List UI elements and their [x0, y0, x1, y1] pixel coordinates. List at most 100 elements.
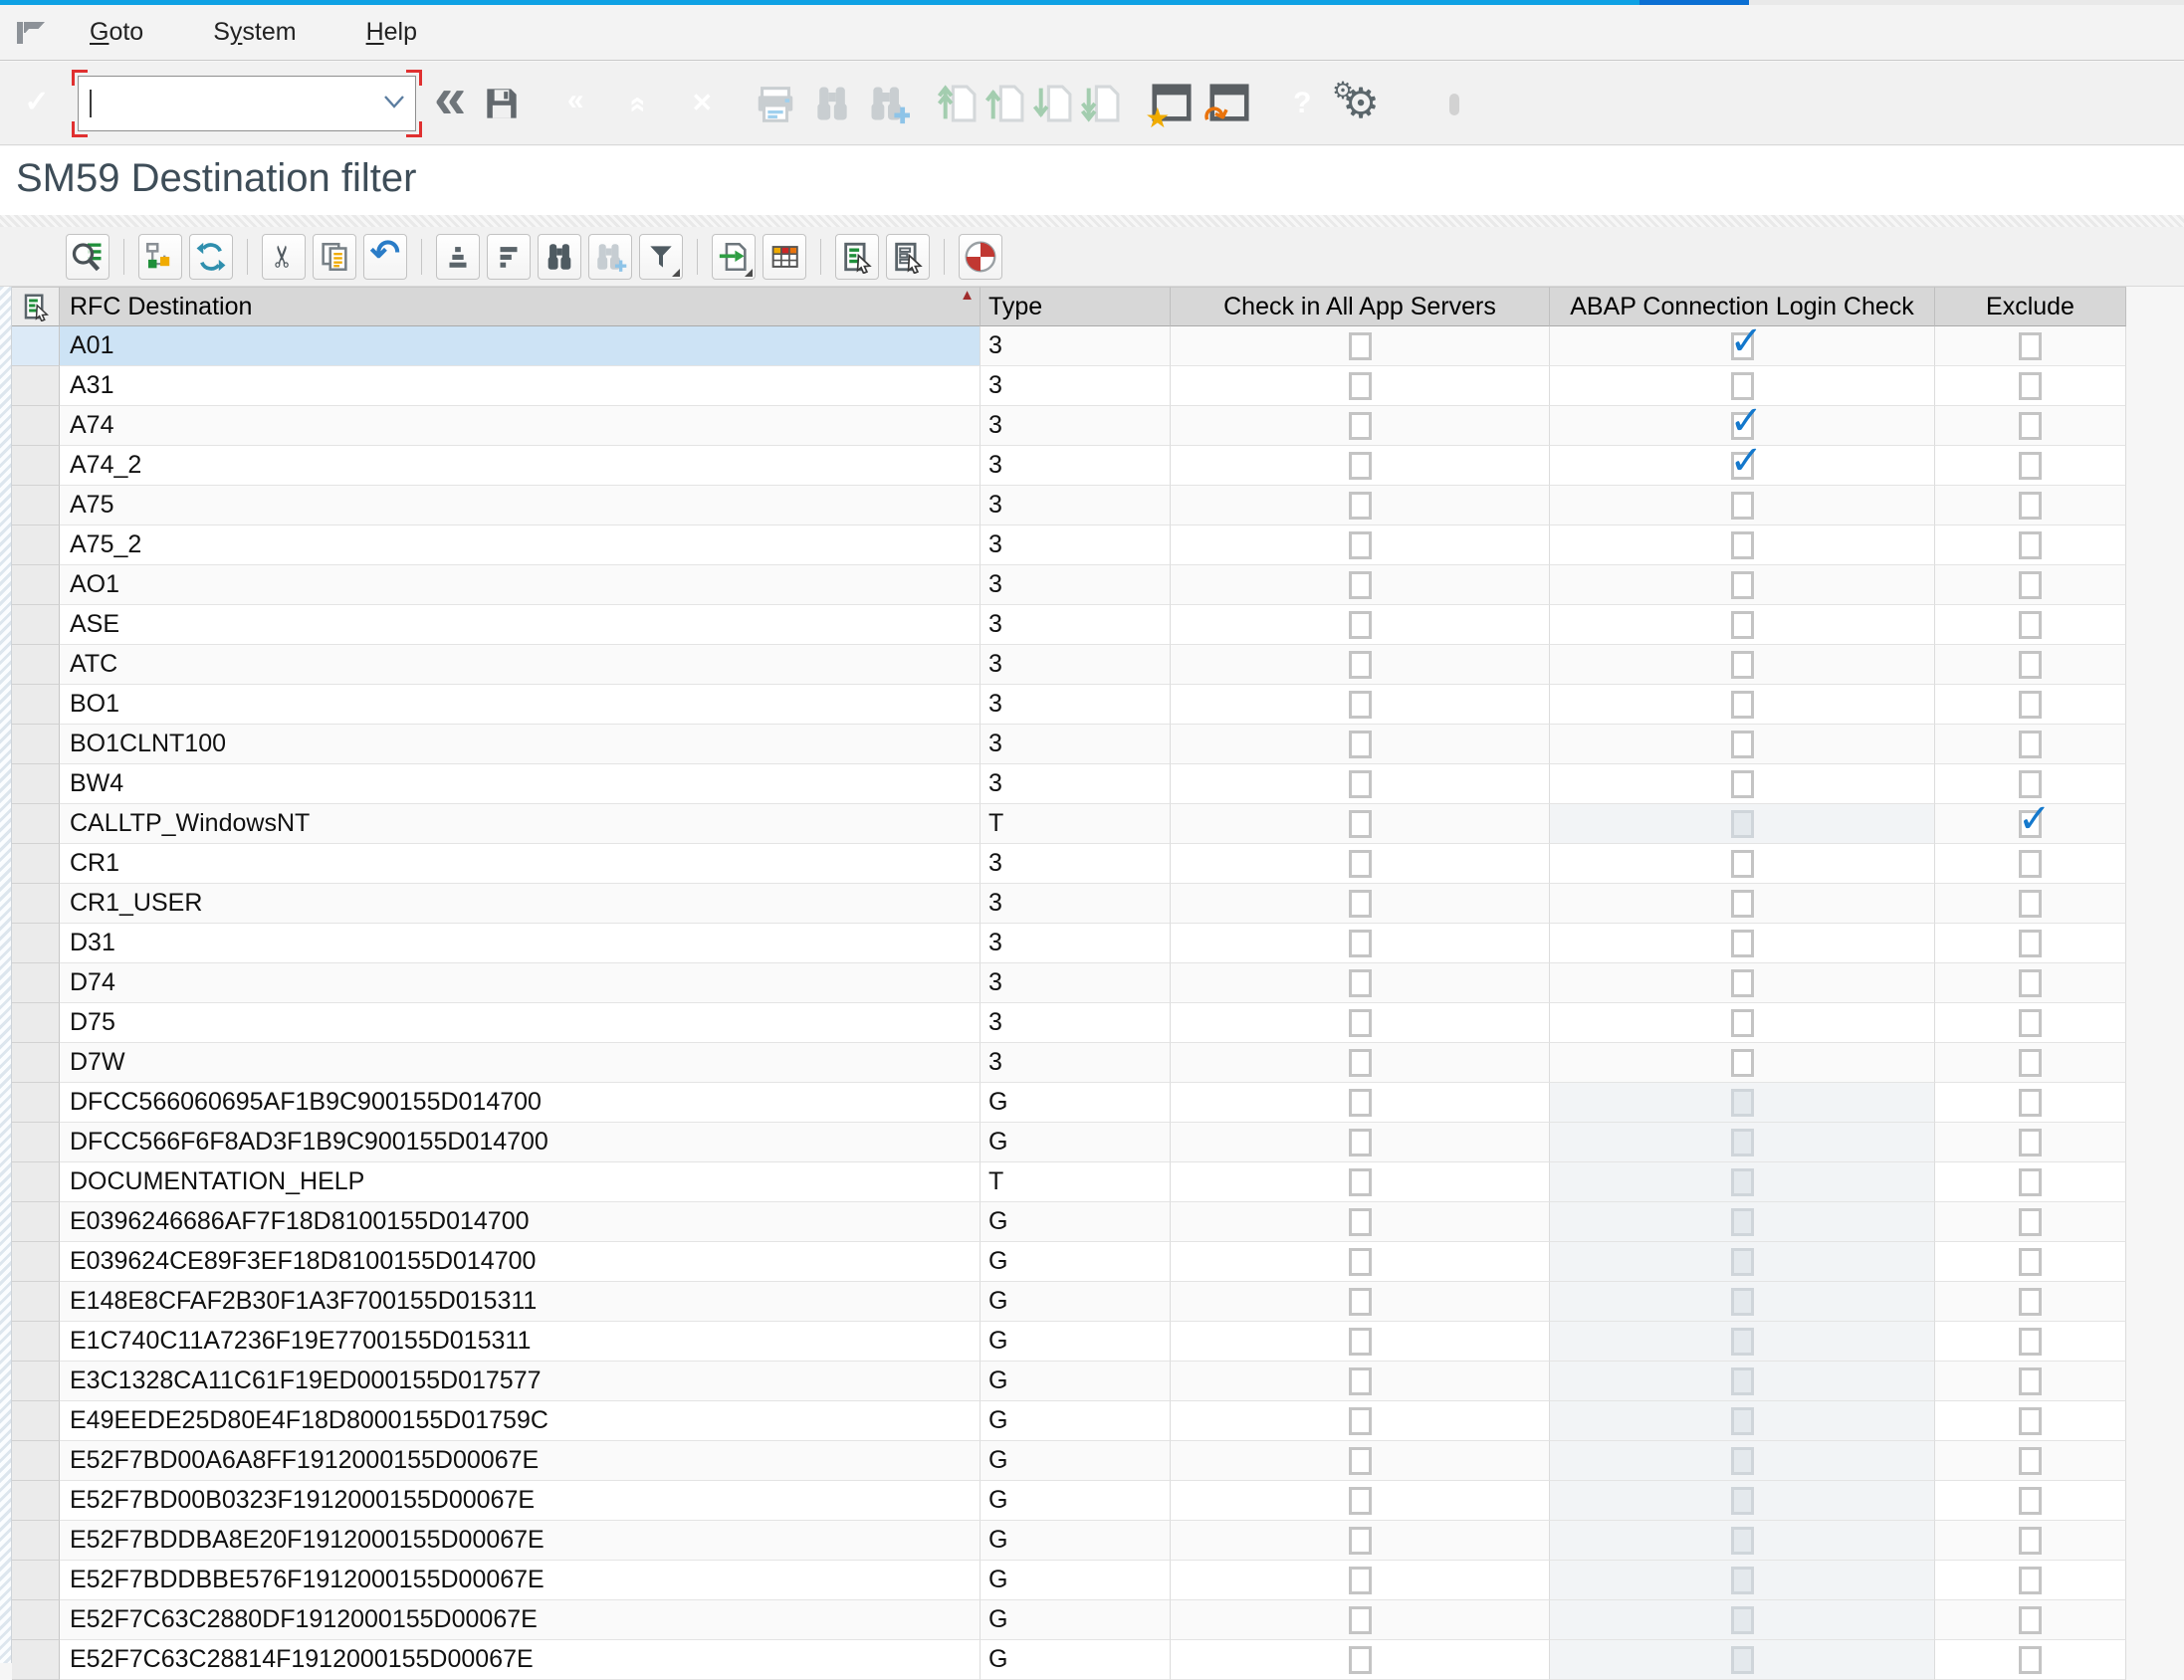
abap-login-check-checkbox[interactable]	[1731, 850, 1754, 878]
rfc-destination-cell[interactable]: CR1	[60, 844, 981, 884]
rfc-destination-cell[interactable]: E3C1328CA11C61F19ED000155D017577	[60, 1362, 981, 1401]
type-cell[interactable]: 3	[981, 326, 1171, 366]
row-selector[interactable]	[12, 1561, 60, 1600]
rfc-destination-cell[interactable]: A75_2	[60, 525, 981, 565]
table-row[interactable]: BO1CLNT1003	[12, 725, 2126, 764]
table-row[interactable]: D753	[12, 1003, 2126, 1043]
exclude-checkbox[interactable]	[2019, 651, 2042, 679]
type-cell[interactable]: 3	[981, 366, 1171, 406]
row-selector[interactable]	[12, 685, 60, 725]
row-selector[interactable]	[12, 1123, 60, 1162]
enter-button[interactable]: ✓	[14, 81, 60, 126]
type-cell[interactable]: G	[981, 1561, 1171, 1600]
check-all-app-servers-checkbox[interactable]	[1349, 412, 1372, 440]
check-all-app-servers-checkbox[interactable]	[1349, 930, 1372, 957]
type-cell[interactable]: 3	[981, 525, 1171, 565]
table-row[interactable]: E52F7C63C28814F1912000155D00067EG	[12, 1640, 2126, 1680]
rfc-destination-cell[interactable]: E52F7BD00B0323F1912000155D00067E	[60, 1481, 981, 1521]
check-all-app-servers-checkbox[interactable]	[1349, 1447, 1372, 1475]
rfc-destination-cell[interactable]: E039624CE89F3EF18D8100155D014700	[60, 1242, 981, 1282]
export-button[interactable]	[712, 234, 756, 280]
abap-login-check-checkbox[interactable]	[1731, 890, 1754, 918]
check-all-app-servers-checkbox[interactable]	[1349, 1407, 1372, 1435]
check-all-app-servers-checkbox[interactable]	[1349, 372, 1372, 400]
menu-item-system[interactable]: System	[189, 14, 320, 51]
check-all-app-servers-checkbox[interactable]	[1349, 1089, 1372, 1117]
table-row[interactable]: BW43	[12, 764, 2126, 804]
check-all-app-servers-checkbox[interactable]	[1349, 1527, 1372, 1555]
type-cell[interactable]: 3	[981, 605, 1171, 645]
exclude-checkbox[interactable]	[2019, 412, 2042, 440]
abap-login-check-checkbox[interactable]	[1731, 651, 1754, 679]
table-row[interactable]: AO13	[12, 565, 2126, 605]
type-cell[interactable]: 3	[981, 884, 1171, 924]
row-selector[interactable]	[12, 804, 60, 844]
exclude-checkbox[interactable]	[2019, 1567, 2042, 1594]
row-selector[interactable]	[12, 565, 60, 605]
row-selector[interactable]	[12, 1043, 60, 1083]
rfc-destination-cell[interactable]: E0396246686AF7F18D8100155D014700	[60, 1202, 981, 1242]
table-row[interactable]: E1C740C11A7236F19E7700155D015311G	[12, 1322, 2126, 1362]
check-all-app-servers-checkbox[interactable]	[1349, 531, 1372, 559]
rfc-destination-cell[interactable]: D7W	[60, 1043, 981, 1083]
row-selector[interactable]	[12, 1083, 60, 1123]
table-row[interactable]: A743✓	[12, 406, 2126, 446]
table-row[interactable]: E148E8CFAF2B30F1A3F700155D015311G	[12, 1282, 2126, 1322]
column-header-exclude[interactable]: Exclude	[1935, 287, 2126, 326]
type-cell[interactable]: G	[981, 1481, 1171, 1521]
menu-item-goto[interactable]: Goto	[66, 14, 167, 51]
rfc-destination-cell[interactable]: CR1_USER	[60, 884, 981, 924]
type-cell[interactable]: 3	[981, 844, 1171, 884]
copy-button[interactable]	[313, 234, 356, 280]
row-selector[interactable]	[12, 326, 60, 366]
type-cell[interactable]: 3	[981, 565, 1171, 605]
rfc-destination-cell[interactable]: DFCC566060695AF1B9C900155D014700	[60, 1083, 981, 1123]
column-header-abap-connection-login-check[interactable]: ABAP Connection Login Check	[1550, 287, 1935, 326]
cut-button[interactable]: ✂	[262, 234, 306, 280]
abap-login-check-checkbox[interactable]	[1731, 492, 1754, 520]
type-cell[interactable]: 3	[981, 1043, 1171, 1083]
row-selector[interactable]	[12, 486, 60, 525]
check-all-app-servers-checkbox[interactable]	[1349, 1248, 1372, 1276]
exit-button[interactable]: «	[615, 81, 661, 126]
exclude-checkbox[interactable]	[2019, 890, 2042, 918]
column-header-check-all-app-servers[interactable]: Check in All App Servers	[1171, 287, 1550, 326]
table-row[interactable]: E52F7BDDBA8E20F1912000155D00067EG	[12, 1521, 2126, 1561]
undo-button[interactable]: ↶	[363, 234, 407, 280]
table-row[interactable]: E0396246686AF7F18D8100155D014700G	[12, 1202, 2126, 1242]
row-selector[interactable]	[12, 1401, 60, 1441]
exclude-checkbox[interactable]	[2019, 1527, 2042, 1555]
type-cell[interactable]: 3	[981, 764, 1171, 804]
find-button-grid[interactable]	[538, 234, 581, 280]
check-all-app-servers-checkbox[interactable]	[1349, 492, 1372, 520]
first-page-button[interactable]	[938, 82, 978, 125]
row-selector[interactable]	[12, 1282, 60, 1322]
rfc-destination-cell[interactable]: E49EEDE25D80E4F18D8000155D01759C	[60, 1401, 981, 1441]
find-next-button-grid[interactable]	[588, 234, 632, 280]
row-selector[interactable]	[12, 844, 60, 884]
table-row[interactable]: DOCUMENTATION_HELPT	[12, 1162, 2126, 1202]
table-row[interactable]: D7W3	[12, 1043, 2126, 1083]
table-row[interactable]: E52F7C63C2880DF1912000155D00067EG	[12, 1600, 2126, 1640]
table-settings-button[interactable]	[763, 234, 806, 280]
row-selector[interactable]	[12, 1640, 60, 1680]
next-page-button[interactable]	[1033, 82, 1073, 125]
abap-login-check-checkbox[interactable]	[1731, 1009, 1754, 1037]
abap-login-check-checkbox[interactable]	[1731, 1049, 1754, 1077]
rfc-destination-cell[interactable]: E52F7BDDBBE576F1912000155D00067E	[60, 1561, 981, 1600]
create-shortcut-button[interactable]: ★	[1149, 81, 1195, 126]
exclude-checkbox[interactable]	[2019, 1407, 2042, 1435]
sort-ascending-button[interactable]	[436, 234, 480, 280]
menu-item-help[interactable]: Help	[342, 14, 441, 51]
check-all-app-servers-checkbox[interactable]	[1349, 1646, 1372, 1674]
type-cell[interactable]: T	[981, 804, 1171, 844]
check-all-app-servers-checkbox[interactable]	[1349, 1606, 1372, 1634]
type-cell[interactable]: 3	[981, 685, 1171, 725]
rfc-destination-cell[interactable]: CALLTP_WindowsNT	[60, 804, 981, 844]
row-selector[interactable]	[12, 963, 60, 1003]
row-selector[interactable]	[12, 525, 60, 565]
rfc-destination-cell[interactable]: DFCC566F6F8AD3F1B9C900155D014700	[60, 1123, 981, 1162]
row-selector[interactable]	[12, 605, 60, 645]
table-row[interactable]: ATC3	[12, 645, 2126, 685]
row-selector[interactable]	[12, 446, 60, 486]
